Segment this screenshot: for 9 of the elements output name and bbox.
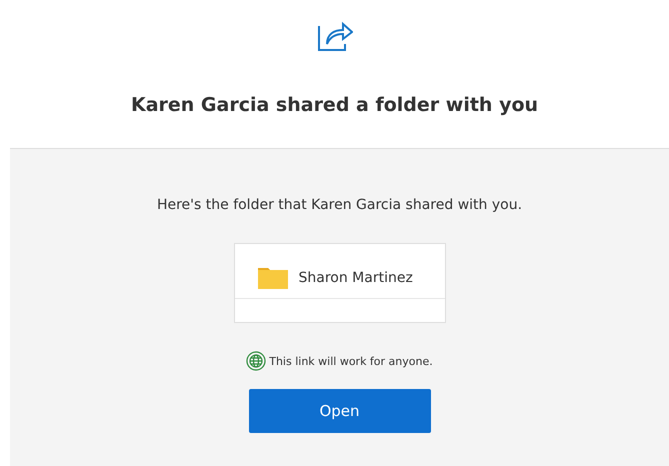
folder-name: Sharon Martinez [298, 270, 413, 286]
heading: Karen Garcia shared a folder with you [130, 94, 538, 116]
folder-card[interactable]: Sharon Martinez [234, 243, 446, 323]
link-note: This link will work for anyone. [269, 354, 433, 368]
share-icon [316, 20, 352, 52]
open-button[interactable]: Open [248, 389, 430, 433]
globe-icon [246, 351, 266, 371]
message-text: Here's the folder that Karen Garcia shared with you. [156, 197, 522, 213]
folder-icon [256, 266, 288, 290]
